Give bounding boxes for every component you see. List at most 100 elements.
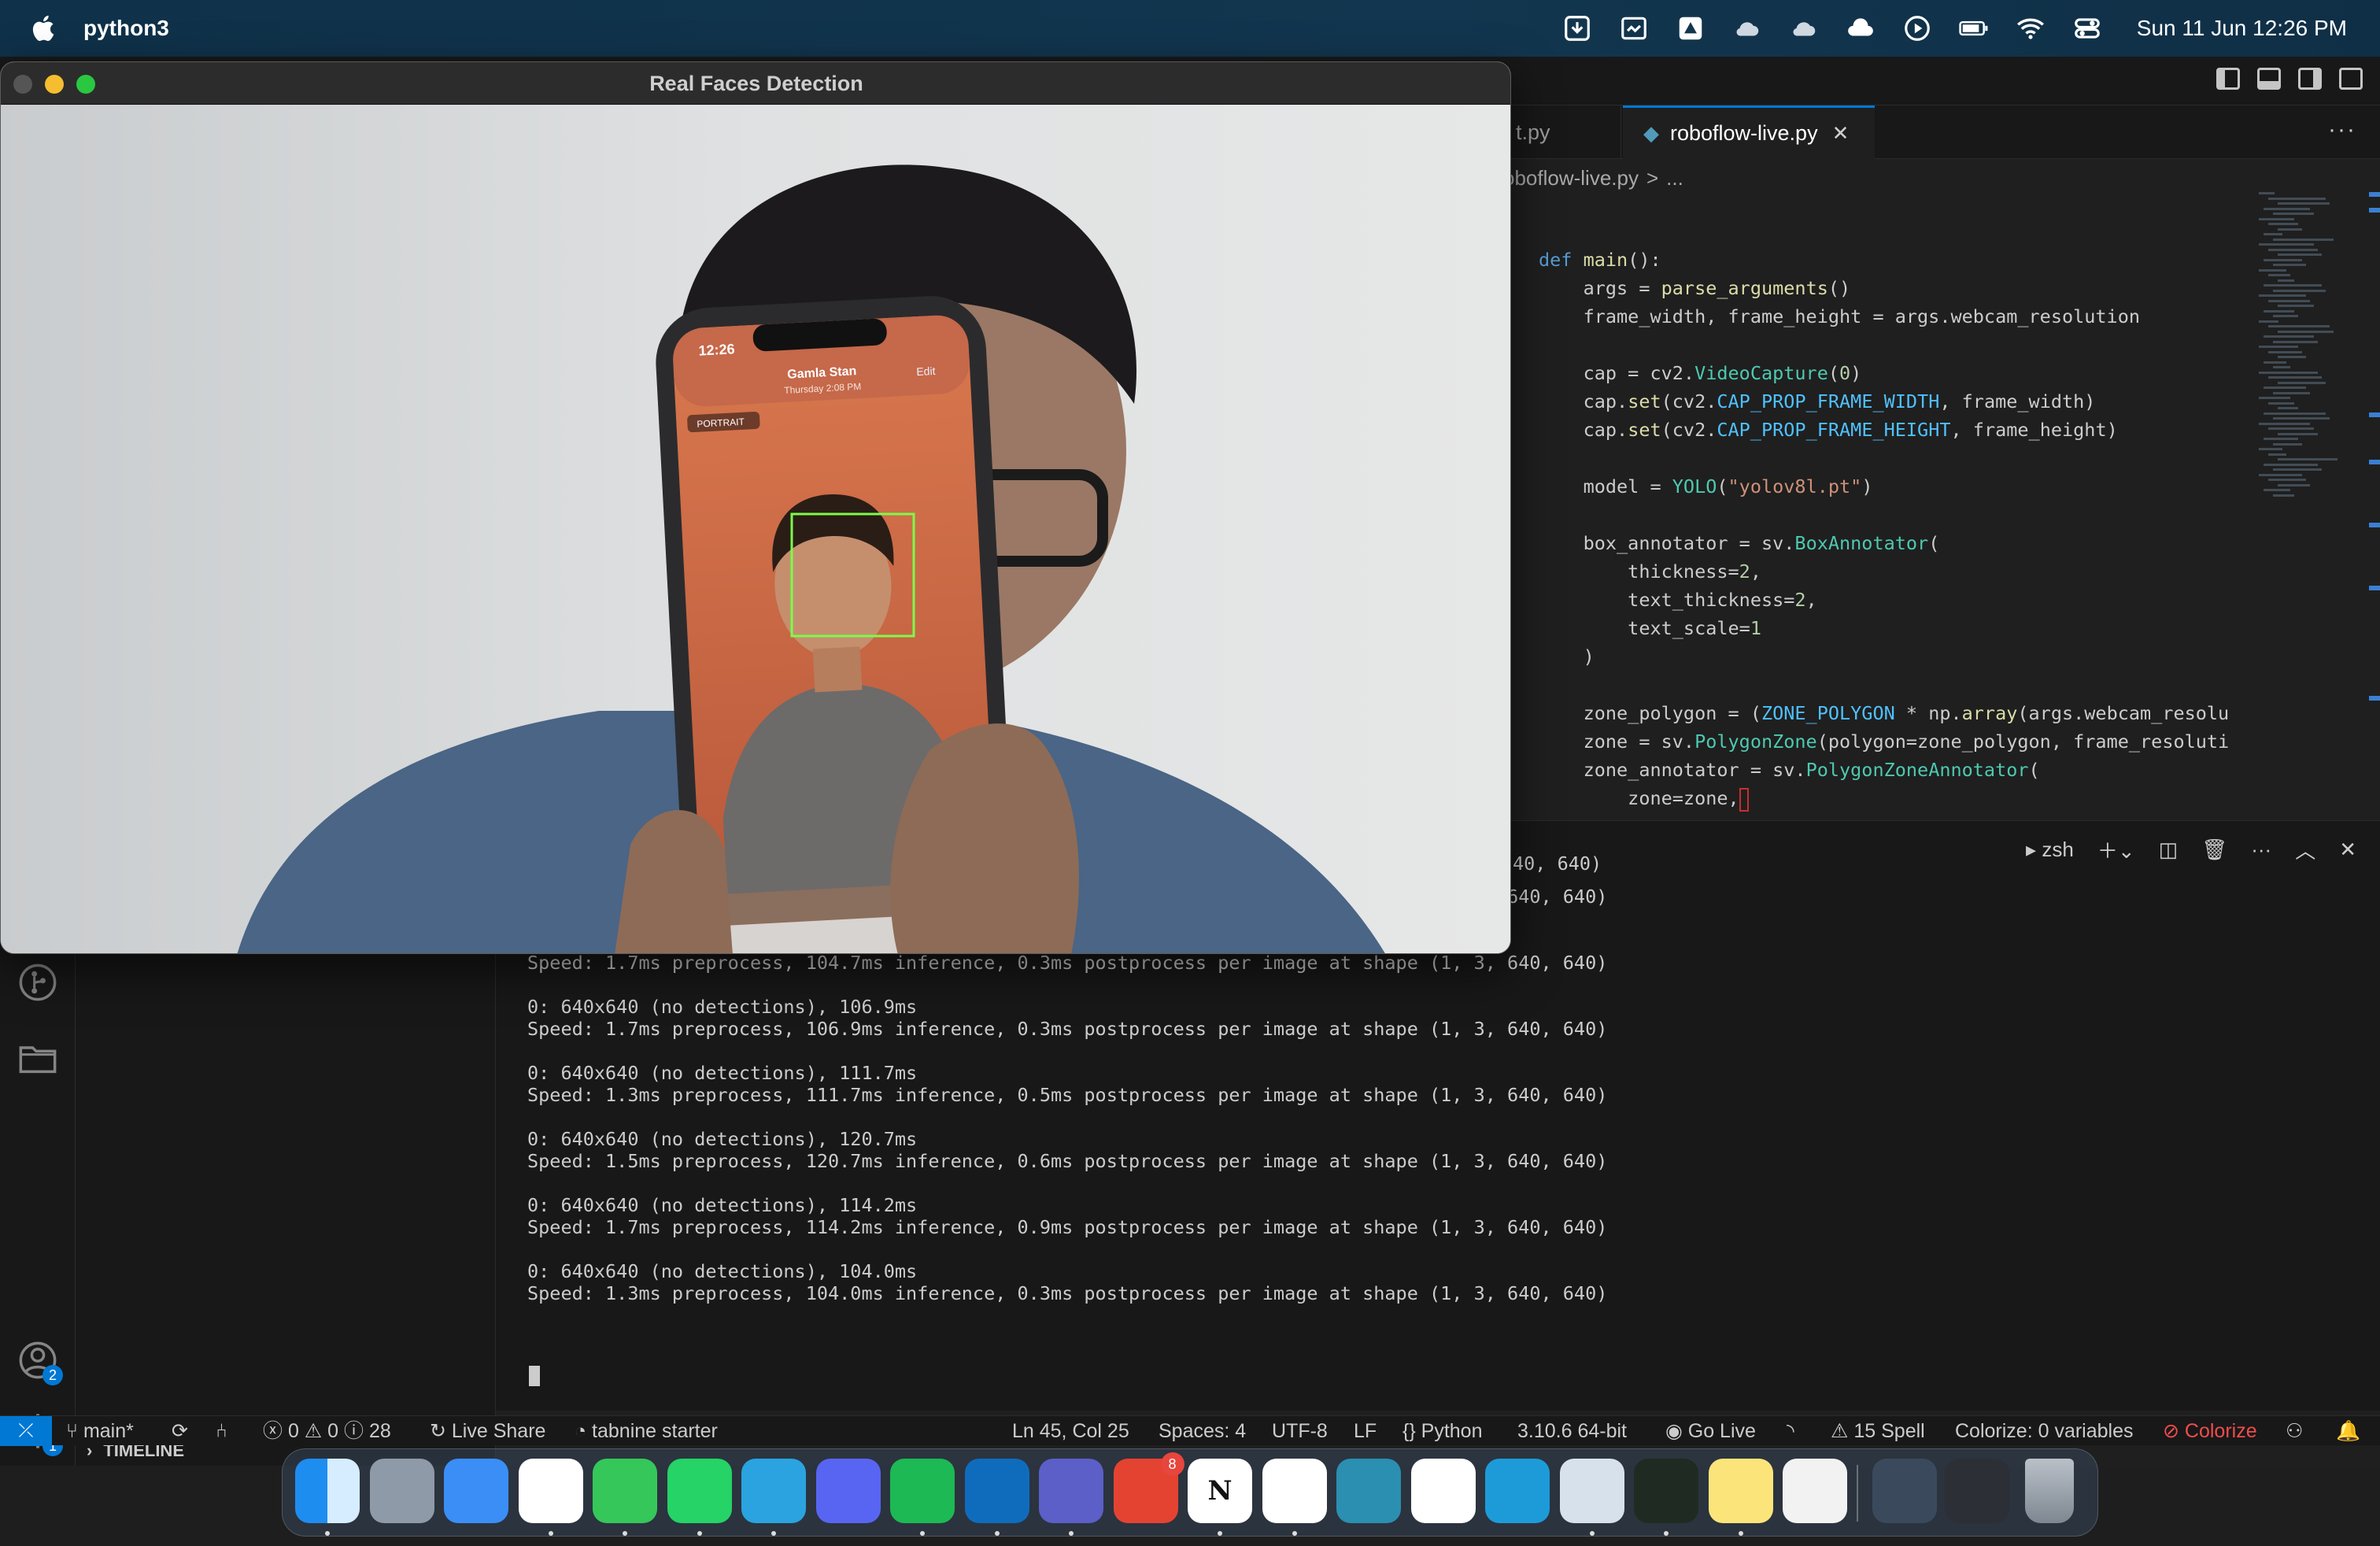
chrome-icon[interactable] (518, 1459, 583, 1523)
vscode-icon[interactable] (1262, 1459, 1327, 1523)
preview-icon[interactable] (1559, 1459, 1624, 1523)
notion-icon[interactable]: N (1188, 1459, 1252, 1523)
trash-icon[interactable]: 🗑 (2201, 838, 2227, 862)
toggle-panel-icon[interactable] (2257, 68, 2281, 90)
play-icon[interactable] (1902, 13, 1932, 43)
notifications-icon[interactable]: 🔔 (2336, 1416, 2360, 1446)
breadcrumb-file[interactable]: oboflow-live.py (1503, 166, 1639, 190)
code-line[interactable]: cap.set(cv2.CAP_PROP_FRAME_WIDTH, frame_… (1539, 387, 2247, 416)
branch-indicator[interactable]: ⑂ main* (66, 1416, 134, 1446)
window-thumbnail-chrome-2[interactable] (1945, 1459, 2009, 1523)
notes-icon[interactable] (1708, 1459, 1773, 1523)
cloud-icon[interactable] (1732, 13, 1762, 43)
tab-test-py[interactable]: t.py (1495, 105, 1621, 159)
launchpad-icon[interactable] (369, 1459, 434, 1523)
code-line[interactable]: zone_polygon = (ZONE_POLYGON * np.array(… (1539, 699, 2247, 727)
trash-icon[interactable] (2025, 1459, 2074, 1523)
code-line[interactable]: cap.set(cv2.CAP_PROP_FRAME_HEIGHT, frame… (1539, 416, 2247, 444)
apple-icon[interactable] (30, 13, 60, 43)
outlook-icon[interactable] (964, 1459, 1029, 1523)
folder-icon[interactable] (17, 1037, 58, 1078)
code-line[interactable]: thickness=2, (1539, 557, 2247, 586)
remote-indicator-icon[interactable]: ⤫ (0, 1416, 52, 1446)
code-line[interactable]: text_scale=1 (1539, 614, 2247, 642)
todoist-icon[interactable]: 8 (1113, 1452, 1184, 1523)
code-line[interactable]: box_annotator = sv.BoxAnnotator( (1539, 529, 2247, 557)
close-panel-icon[interactable]: ✕ (2339, 838, 2356, 862)
active-app-name[interactable]: python3 (83, 16, 169, 41)
screenshot-icon[interactable] (1619, 13, 1649, 43)
cursor-position[interactable]: Ln 45, Col 25 (1012, 1416, 1129, 1446)
close-window-button[interactable] (13, 75, 32, 94)
code-editor[interactable]: def main(): args = parse_arguments() fra… (1539, 246, 2247, 812)
teams-icon[interactable] (1039, 1459, 1103, 1523)
code-line[interactable]: model = YOLO("yolov8l.pt") (1539, 472, 2247, 501)
close-icon[interactable]: ✕ (1832, 121, 1850, 146)
clickup-icon[interactable] (1410, 1459, 1476, 1523)
code-line[interactable] (1539, 671, 2247, 699)
cloud-icon[interactable] (1846, 13, 1876, 43)
problems-indicator[interactable]: ⓧ 0 ⚠ 0 ⓘ 28 (263, 1416, 391, 1446)
colorize-toggle[interactable]: ⊘ Colorize (2163, 1416, 2257, 1446)
split-terminal-icon[interactable]: ◫ (2159, 838, 2179, 862)
minimap[interactable] (2251, 192, 2361, 523)
go-live-button[interactable]: ◉ Go Live (1665, 1416, 1756, 1446)
terminal-shell-selector[interactable]: ▸ zsh (2026, 838, 2074, 862)
discord-icon[interactable] (815, 1459, 881, 1523)
code-line[interactable] (1539, 444, 2247, 472)
control-center-icon[interactable] (2072, 13, 2102, 43)
spell-check[interactable]: ⚠ 15 Spell (1831, 1416, 1925, 1446)
indentation[interactable]: Spaces: 4 (1159, 1416, 1246, 1446)
toggle-secondary-sidebar-icon[interactable] (2298, 68, 2322, 90)
tabnine-status[interactable]: ◔ tabnine starter (575, 1416, 718, 1446)
code-line[interactable] (1539, 501, 2247, 529)
code-line[interactable]: zone_annotator = sv.PolygonZoneAnnotator… (1539, 756, 2247, 784)
code-line[interactable]: ) (1539, 642, 2247, 671)
circle-app-icon[interactable] (1634, 1459, 1698, 1523)
encoding[interactable]: UTF-8 (1272, 1416, 1328, 1446)
code-line[interactable]: cap = cv2.VideoCapture(0) (1539, 359, 2247, 387)
drive-icon[interactable] (1676, 13, 1706, 43)
python-interpreter[interactable]: 3.10.6 64-bit (1517, 1416, 1627, 1446)
finder-icon[interactable] (295, 1459, 360, 1523)
source-control-icon[interactable] (17, 962, 58, 1003)
end-of-line[interactable]: LF (1354, 1416, 1377, 1446)
code-line[interactable]: frame_width, frame_height = args.webcam_… (1539, 302, 2247, 331)
menu-clock[interactable]: Sun 11 Jun 12:26 PM (2137, 16, 2347, 41)
breadcrumb-symbol[interactable]: ... (1666, 166, 1683, 190)
code-line[interactable]: def main(): (1539, 246, 2247, 274)
mindnode-icon[interactable] (1336, 1459, 1401, 1523)
more-actions-icon[interactable]: ··· (2251, 838, 2271, 862)
messages-icon[interactable] (593, 1459, 657, 1523)
toggle-primary-sidebar-icon[interactable] (2216, 68, 2240, 90)
code-line[interactable] (1539, 331, 2247, 359)
tab-roboflow-live-py[interactable]: ◆ roboflow-live.py ✕ (1623, 105, 1875, 159)
accounts-status-icon[interactable]: ⚇ (2286, 1416, 2303, 1446)
edge-icon[interactable] (1485, 1459, 1550, 1523)
camera-window-titlebar[interactable]: Real Faces Detection (1, 62, 1510, 105)
maximize-window-button[interactable] (76, 75, 95, 94)
customize-layout-icon[interactable] (2339, 68, 2363, 90)
download-icon[interactable] (1562, 13, 1592, 43)
document-icon[interactable] (1783, 1459, 1847, 1523)
whatsapp-icon[interactable] (667, 1459, 732, 1523)
language-mode[interactable]: {} Python (1402, 1416, 1483, 1446)
code-line[interactable]: args = parse_arguments() (1539, 274, 2247, 302)
battery-icon[interactable] (1959, 13, 1989, 43)
maximize-panel-icon[interactable]: ︿ (2295, 835, 2315, 864)
minimize-window-button[interactable] (45, 75, 64, 94)
overview-ruler[interactable] (2369, 192, 2380, 869)
code-line[interactable]: zone=zone, (1539, 784, 2247, 812)
wifi-icon[interactable] (2016, 13, 2046, 43)
cloud-icon[interactable] (1789, 13, 1819, 43)
new-terminal-icon[interactable]: ＋⌄ (2097, 835, 2135, 864)
accounts-icon[interactable]: 2 (17, 1340, 63, 1385)
more-actions-icon[interactable]: ··· (2328, 117, 2356, 143)
sync-icon[interactable]: ⟳ (172, 1416, 188, 1446)
window-thumbnail-chrome[interactable] (1872, 1459, 1937, 1523)
colorize-variables[interactable]: Colorize: 0 variables (1955, 1416, 2134, 1446)
code-line[interactable]: zone = sv.PolygonZone(polygon=zone_polyg… (1539, 727, 2247, 756)
git-graph-icon[interactable]: ⑃ (216, 1416, 227, 1446)
live-share-button[interactable]: ↻ Live Share (430, 1416, 545, 1446)
telegram-icon[interactable] (741, 1459, 806, 1523)
